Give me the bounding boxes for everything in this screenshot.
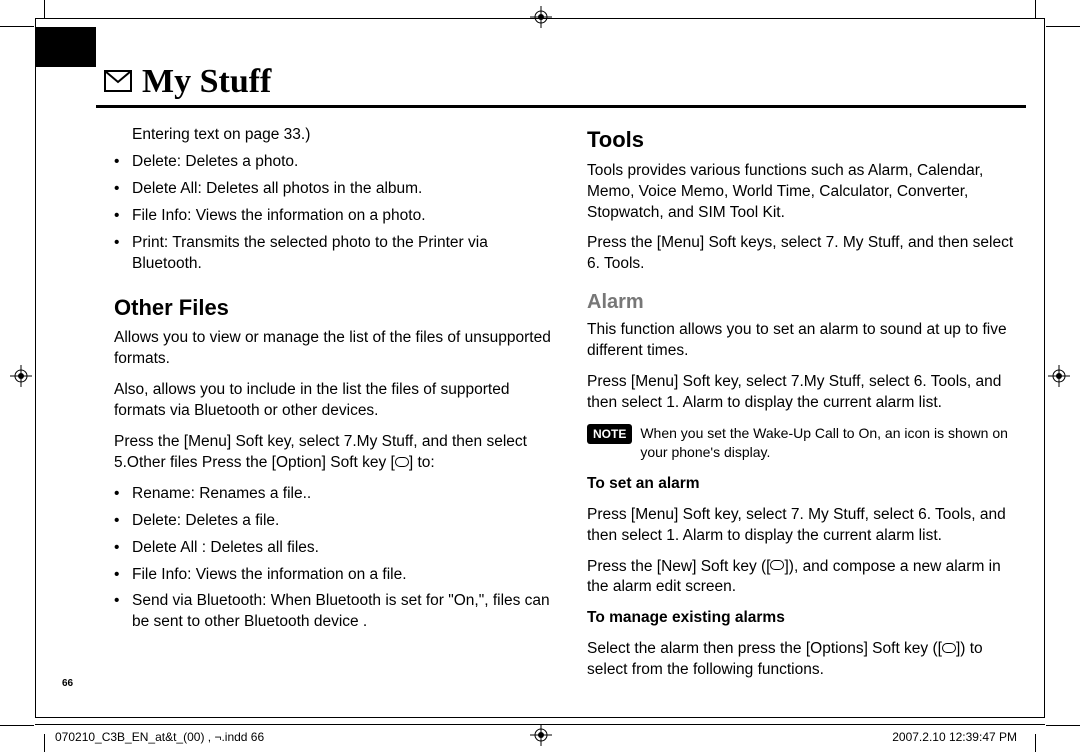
body-text: Select the alarm then press the [Options… [587, 639, 1026, 681]
body-text-fragment: Press the [New] Soft key ([ [587, 558, 770, 575]
page-title-band: My Stuff [96, 63, 1026, 108]
list-item-text: Rename: Renames a file.. [132, 484, 553, 505]
bullet-dot-icon: • [114, 591, 132, 633]
section-heading-other-files: Other Files [114, 293, 553, 323]
registration-mark-icon [1048, 365, 1070, 387]
body-text: Also, allows you to include in the list … [114, 380, 553, 422]
body-text: Press [Menu] Soft key, select 7.My Stuff… [587, 372, 1026, 414]
crop-mark [1046, 725, 1080, 726]
body-text-fragment: Press the [Menu] Soft key, select 7.My S… [114, 433, 527, 471]
left-column: Entering text on page 33.) •Delete: Dele… [114, 125, 553, 711]
bullet-dot-icon: • [114, 233, 132, 275]
list-item-text: Delete: Deletes a file. [132, 511, 553, 532]
softkey-icon [395, 457, 409, 467]
note-box: NOTE When you set the Wake-Up Call to On… [587, 424, 1026, 462]
page-title: My Stuff [142, 63, 271, 101]
body-text-fragment: ] to: [409, 454, 435, 471]
registration-mark-icon [530, 724, 552, 746]
footer-timestamp: 2007.2.10 12:39:47 PM [892, 730, 1017, 744]
list-item: •File Info: Views the information on a p… [114, 206, 553, 227]
bullet-dot-icon: • [114, 152, 132, 173]
crop-mark [44, 0, 45, 18]
body-text: This function allows you to set an alarm… [587, 320, 1026, 362]
list-item: •Delete: Deletes a photo. [114, 152, 553, 173]
subheading-set-alarm: To set an alarm [587, 474, 1026, 495]
list-item: •Delete All : Deletes all files. [114, 538, 553, 559]
list-item: •File Info: Views the information on a f… [114, 565, 553, 586]
envelope-icon [104, 70, 132, 96]
right-column: Tools Tools provides various functions s… [587, 125, 1026, 711]
subsection-heading-alarm: Alarm [587, 289, 1026, 316]
list-item-text: Delete All: Deletes all photos in the al… [132, 179, 553, 200]
list-item: •Delete All: Deletes all photos in the a… [114, 179, 553, 200]
list-item-text: Delete All : Deletes all files. [132, 538, 553, 559]
crop-mark [1046, 26, 1080, 27]
subheading-manage-alarms: To manage existing alarms [587, 608, 1026, 629]
body-text: Tools provides various functions such as… [587, 161, 1026, 224]
body-text: Entering text on page 33.) [132, 125, 553, 146]
note-text: When you set the Wake-Up Call to On, an … [640, 424, 1026, 462]
registration-mark-icon [10, 365, 32, 387]
bullet-dot-icon: • [114, 538, 132, 559]
list-item-text: File Info: Views the information on a ph… [132, 206, 553, 227]
footer-filename: 070210_C3B_EN_at&t_(00) , ¬.indd 66 [55, 730, 264, 744]
list-item: •Print: Transmits the selected photo to … [114, 233, 553, 275]
body-text: Press the [New] Soft key ([]), and compo… [587, 557, 1026, 599]
bullet-dot-icon: • [114, 484, 132, 505]
list-item-text: File Info: Views the information on a fi… [132, 565, 553, 586]
softkey-icon [942, 643, 956, 653]
section-heading-tools: Tools [587, 125, 1026, 155]
list-item-text: Print: Transmits the selected photo to t… [132, 233, 553, 275]
crop-mark [0, 26, 34, 27]
footer-rule [35, 724, 1045, 725]
note-tag: NOTE [587, 424, 632, 444]
body-text-fragment: Select the alarm then press the [Options… [587, 640, 942, 657]
list-item: •Delete: Deletes a file. [114, 511, 553, 532]
list-item: •Send via Bluetooth: When Bluetooth is s… [114, 591, 553, 633]
list-item: •Rename: Renames a file.. [114, 484, 553, 505]
bullet-dot-icon: • [114, 511, 132, 532]
bullet-dot-icon: • [114, 179, 132, 200]
softkey-icon [770, 560, 784, 570]
body-text: Press the [Menu] Soft key, select 7.My S… [114, 432, 553, 474]
content-columns: Entering text on page 33.) •Delete: Dele… [114, 125, 1026, 711]
crop-mark [1035, 734, 1036, 752]
crop-mark [44, 734, 45, 752]
crop-mark [0, 725, 34, 726]
bullet-dot-icon: • [114, 565, 132, 586]
body-text: Press [Menu] Soft key, select 7. My Stuf… [587, 505, 1026, 547]
list-item-text: Send via Bluetooth: When Bluetooth is se… [132, 591, 553, 633]
bullet-dot-icon: • [114, 206, 132, 227]
body-text: Press the [Menu] Soft keys, select 7. My… [587, 233, 1026, 275]
page-frame: My Stuff Entering text on page 33.) •Del… [35, 18, 1045, 718]
list-item-text: Delete: Deletes a photo. [132, 152, 553, 173]
page-number: 66 [62, 678, 73, 689]
chapter-tab [36, 27, 96, 67]
body-text: Allows you to view or manage the list of… [114, 328, 553, 370]
crop-mark [1035, 0, 1036, 18]
